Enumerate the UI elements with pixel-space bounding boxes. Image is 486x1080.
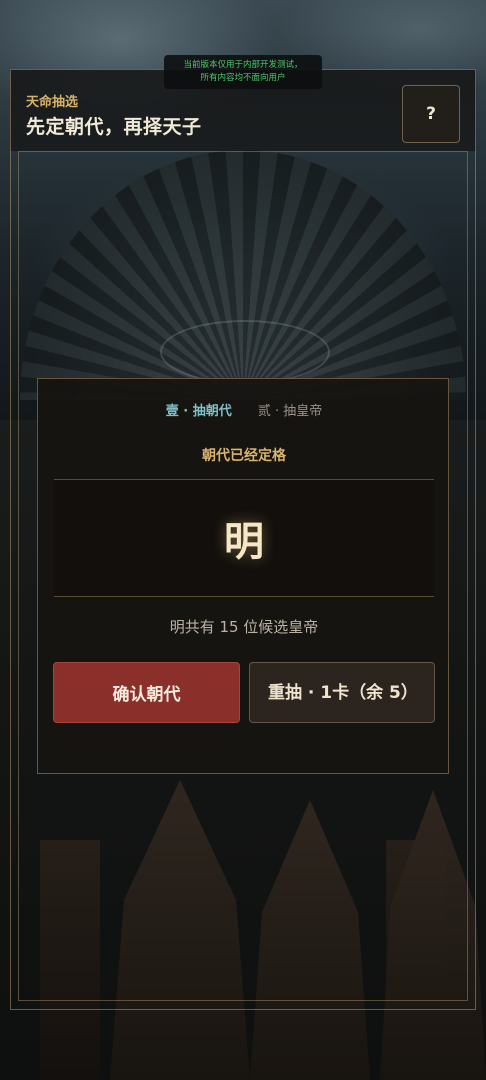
dynasty-name: 明 [224,518,264,565]
draw-status: 朝代已经定格 [202,448,286,464]
step-draw-dynasty[interactable]: 壹 · 抽朝代 [166,400,232,419]
candidate-count: 明共有 15 位候选皇帝 [169,618,319,636]
page-title: 先定朝代，再择天子 [26,116,202,138]
help-button[interactable]: ? [402,85,460,143]
dev-notice-line2: 所有内容均不面向用户 [200,73,286,83]
step-draw-emperor[interactable]: 贰 · 抽皇帝 [258,400,322,419]
dynasty-result-box: 明 [54,479,434,597]
step-indicator: 壹 · 抽朝代 贰 · 抽皇帝 [38,400,450,419]
reroll-button[interactable]: 重抽 · 1卡（余 5） [249,662,435,723]
dev-notice-line1: 当前版本仅用于内部开发测试， [183,60,303,70]
draw-card: 壹 · 抽朝代 贰 · 抽皇帝 朝代已经定格 明 明共有 15 位候选皇帝 确认… [37,378,449,774]
page-subtitle: 天命抽选 [26,95,79,110]
dev-notice: 当前版本仅用于内部开发测试， 所有内容均不面向用户 [164,55,322,89]
confirm-dynasty-button[interactable]: 确认朝代 [53,662,240,723]
